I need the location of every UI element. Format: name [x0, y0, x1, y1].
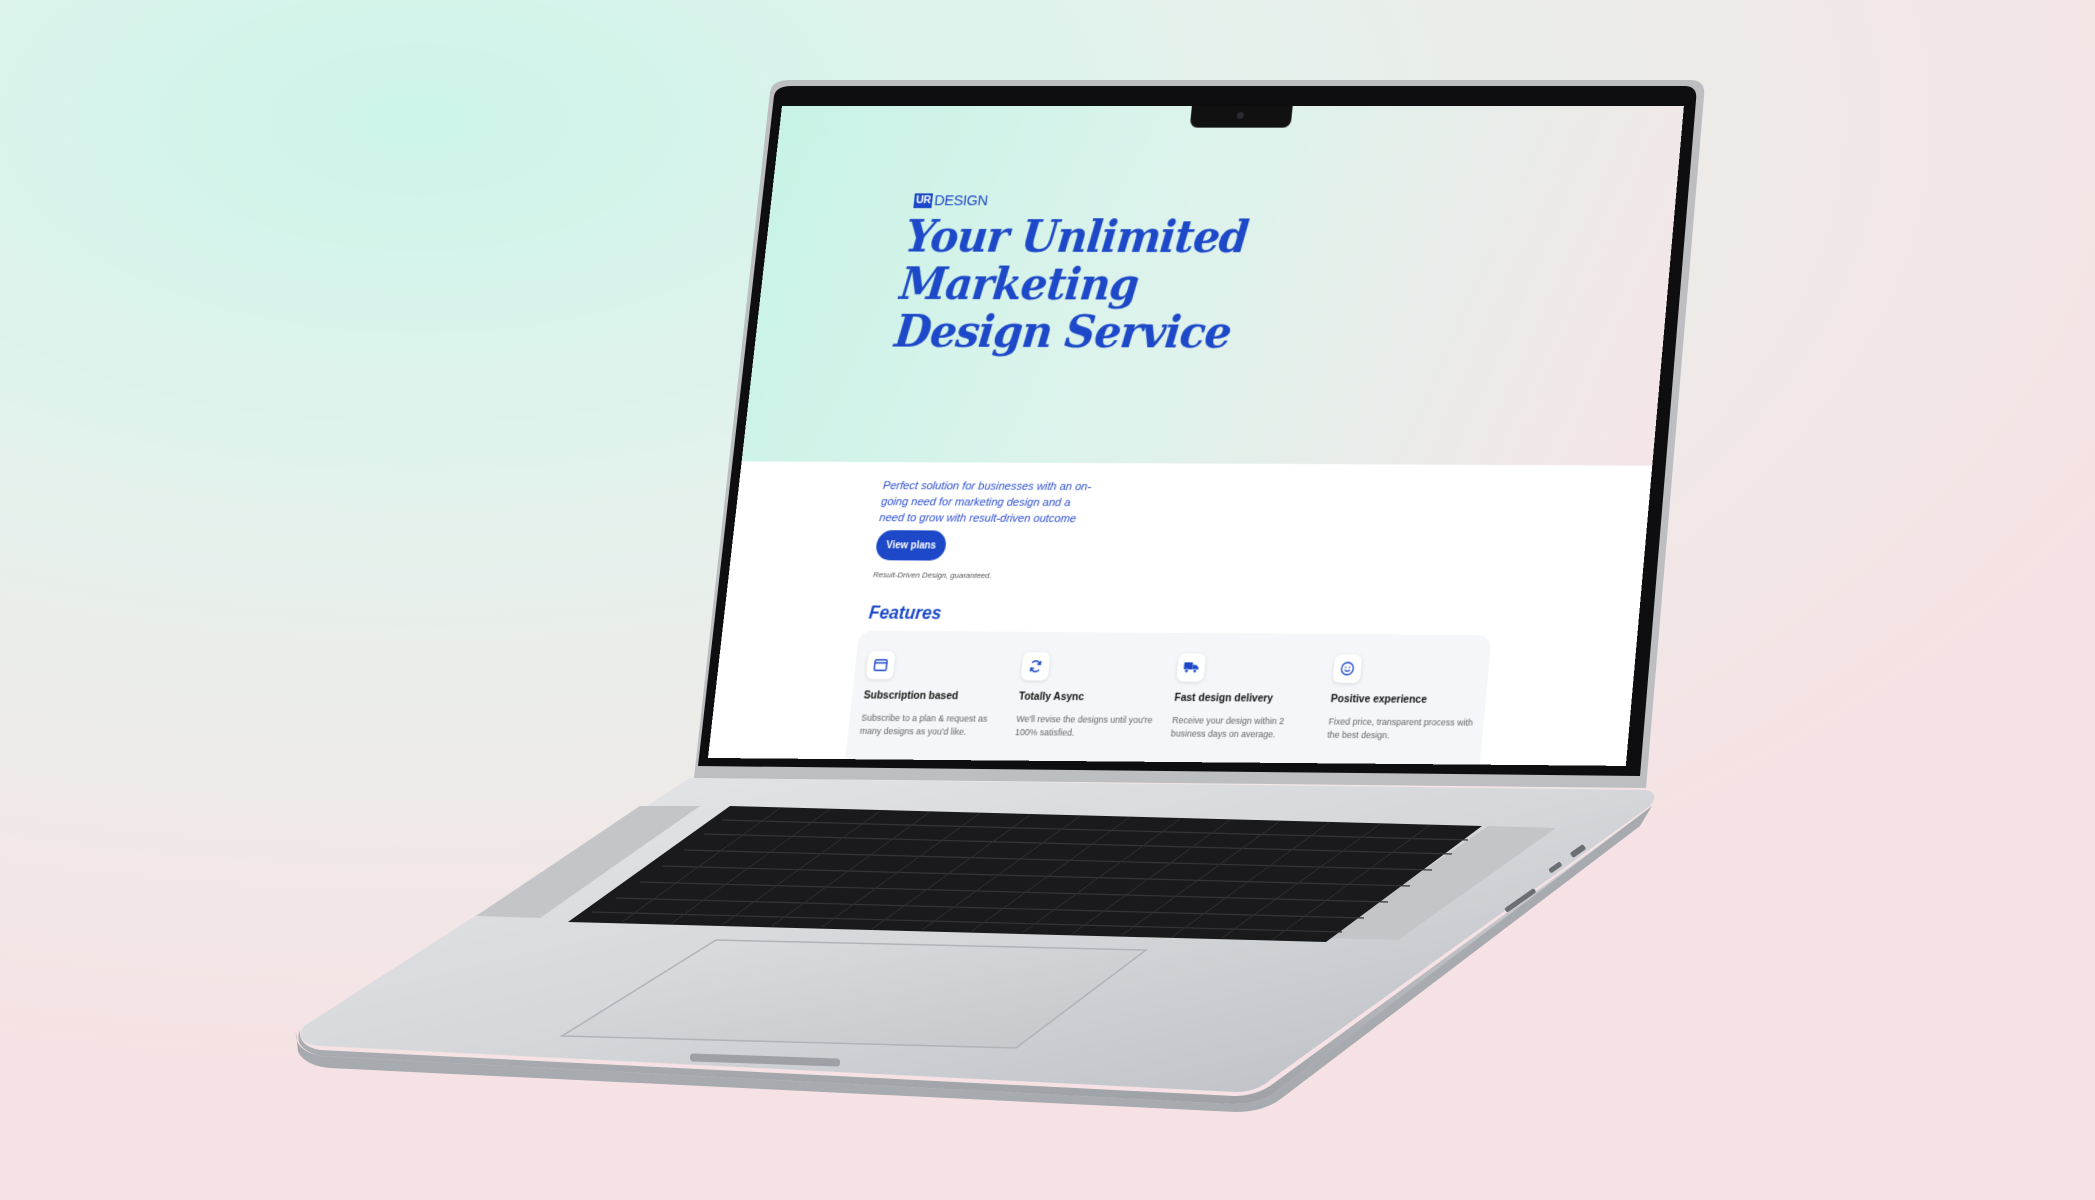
site-logo[interactable]: UR DESIGN — [913, 192, 988, 209]
hero-title-line-1: Your Unlimited — [903, 214, 1311, 262]
feature-description: Subscribe to a plan & request as many de… — [859, 712, 1007, 740]
keyboard — [568, 806, 1482, 942]
logo-word: DESIGN — [934, 192, 989, 209]
feature-description: Receive your design within 2 business da… — [1170, 714, 1319, 742]
feature-title: Totally Async — [1018, 691, 1165, 704]
website-screen: UR DESIGN Your Unlimited Marketing Desig… — [708, 106, 1684, 766]
view-plans-button[interactable]: View plans — [875, 530, 948, 561]
features-panel: Subscription based Subscribe to a plan &… — [844, 631, 1492, 766]
feature-card: Positive experience Fixed price, transpa… — [1327, 654, 1482, 743]
feature-description: We'll revise the designs until you're 10… — [1014, 713, 1163, 741]
hero-title: Your Unlimited Marketing Design Service — [892, 214, 1311, 358]
feature-title: Fast design delivery — [1174, 692, 1322, 705]
feature-title: Positive experience — [1330, 693, 1478, 706]
camera-icon — [1237, 112, 1244, 119]
browser-window-icon — [866, 651, 896, 679]
logo-mark: UR — [913, 193, 933, 208]
hero-title-line-2: Marketing — [897, 261, 1306, 310]
feature-card: Totally Async We'll revise the designs u… — [1014, 652, 1169, 740]
hero-title-line-3: Design Service — [892, 309, 1301, 358]
feature-description: Fixed price, transparent process with th… — [1327, 715, 1477, 743]
refresh-icon — [1021, 652, 1051, 681]
feature-card: Subscription based Subscribe to a plan &… — [859, 651, 1014, 739]
feature-card: Fast design delivery Receive your design… — [1170, 653, 1325, 742]
smiley-face-icon — [1332, 654, 1362, 683]
camera-notch — [1190, 106, 1293, 128]
features-heading: Features — [868, 602, 943, 624]
tagline: Result-Driven Design, guaranteed. — [873, 570, 992, 580]
delivery-truck-icon — [1176, 653, 1206, 682]
feature-title: Subscription based — [863, 689, 1010, 702]
laptop-mockup-scene: UR DESIGN Your Unlimited Marketing Desig… — [0, 0, 2095, 1200]
hero-description: Perfect solution for businesses with an … — [878, 478, 1095, 527]
